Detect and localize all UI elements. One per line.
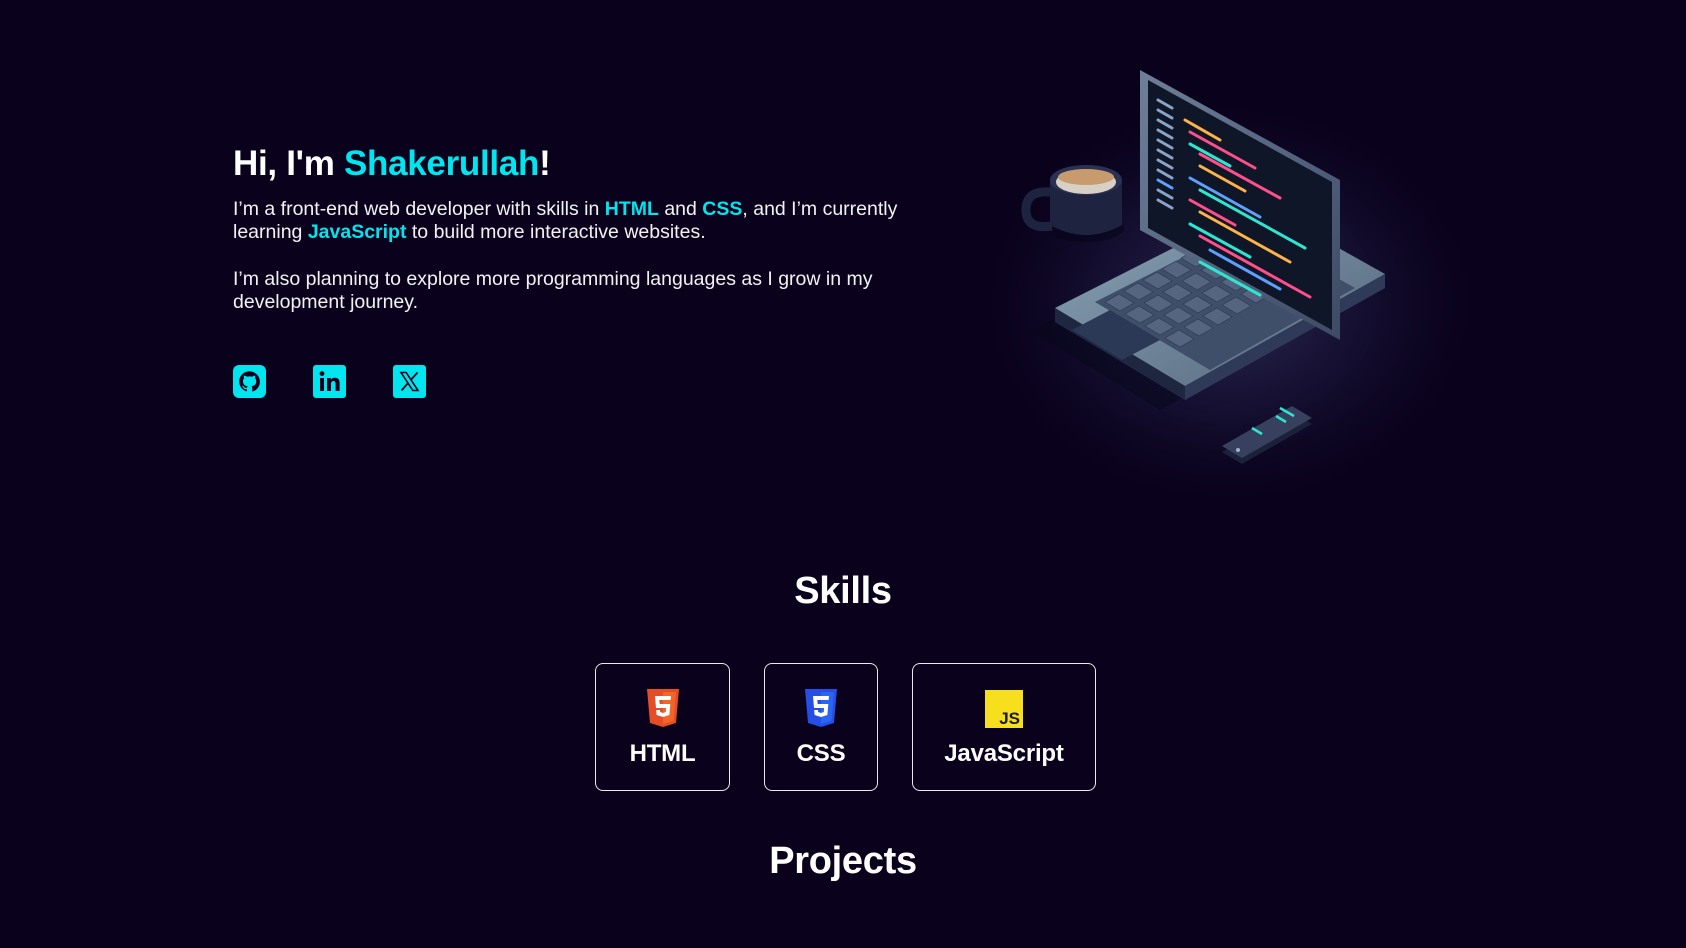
highlight-javascript: JavaScript (307, 221, 407, 243)
linkedin-icon (313, 365, 346, 398)
social-links (233, 365, 426, 398)
skills-heading: Skills (794, 570, 892, 612)
css3-icon (805, 689, 837, 727)
hero-name: Shakerullah (343, 144, 540, 183)
linkedin-link[interactable] (313, 365, 346, 398)
svg-text:JS: JS (999, 709, 1020, 728)
skill-card-javascript: JS JavaScript (912, 663, 1096, 791)
skill-label-css: CSS (796, 740, 846, 767)
greeting-suffix: ! (539, 144, 551, 183)
hero-paragraph-plans: I’m also planning to explore more progra… (233, 268, 873, 313)
highlight-html: HTML (604, 198, 659, 220)
para-text: to build more interactive websites. (406, 221, 706, 243)
x-twitter-icon (393, 365, 426, 398)
laptop-illustration (960, 40, 1500, 510)
hero-intro: Hi, I'm Shakerullah! I’m a front-end web… (233, 140, 933, 314)
skill-label-html: HTML (629, 740, 696, 767)
github-icon (233, 365, 266, 398)
para-text: and (658, 198, 703, 220)
github-link[interactable] (233, 365, 266, 398)
javascript-icon: JS (985, 690, 1023, 728)
projects-heading: Projects (769, 840, 917, 882)
greeting-prefix: Hi, I'm (233, 144, 344, 183)
skill-card-css: CSS (764, 663, 878, 791)
portfolio-page: Hi, I'm Shakerullah! I’m a front-end web… (0, 0, 1686, 948)
hero-paragraph-skills: I’m a front-end web developer with skill… (233, 198, 933, 244)
highlight-css: CSS (702, 198, 743, 220)
para-text: I’m a front-end web developer with skill… (233, 198, 605, 220)
laptop-coffee-illustration (965, 70, 1495, 510)
x-twitter-link[interactable] (393, 365, 426, 398)
skill-card-html: HTML (595, 663, 730, 791)
html5-icon (646, 689, 679, 727)
hero-title: Hi, I'm Shakerullah! (233, 140, 933, 188)
skill-label-javascript: JavaScript (944, 740, 1064, 767)
